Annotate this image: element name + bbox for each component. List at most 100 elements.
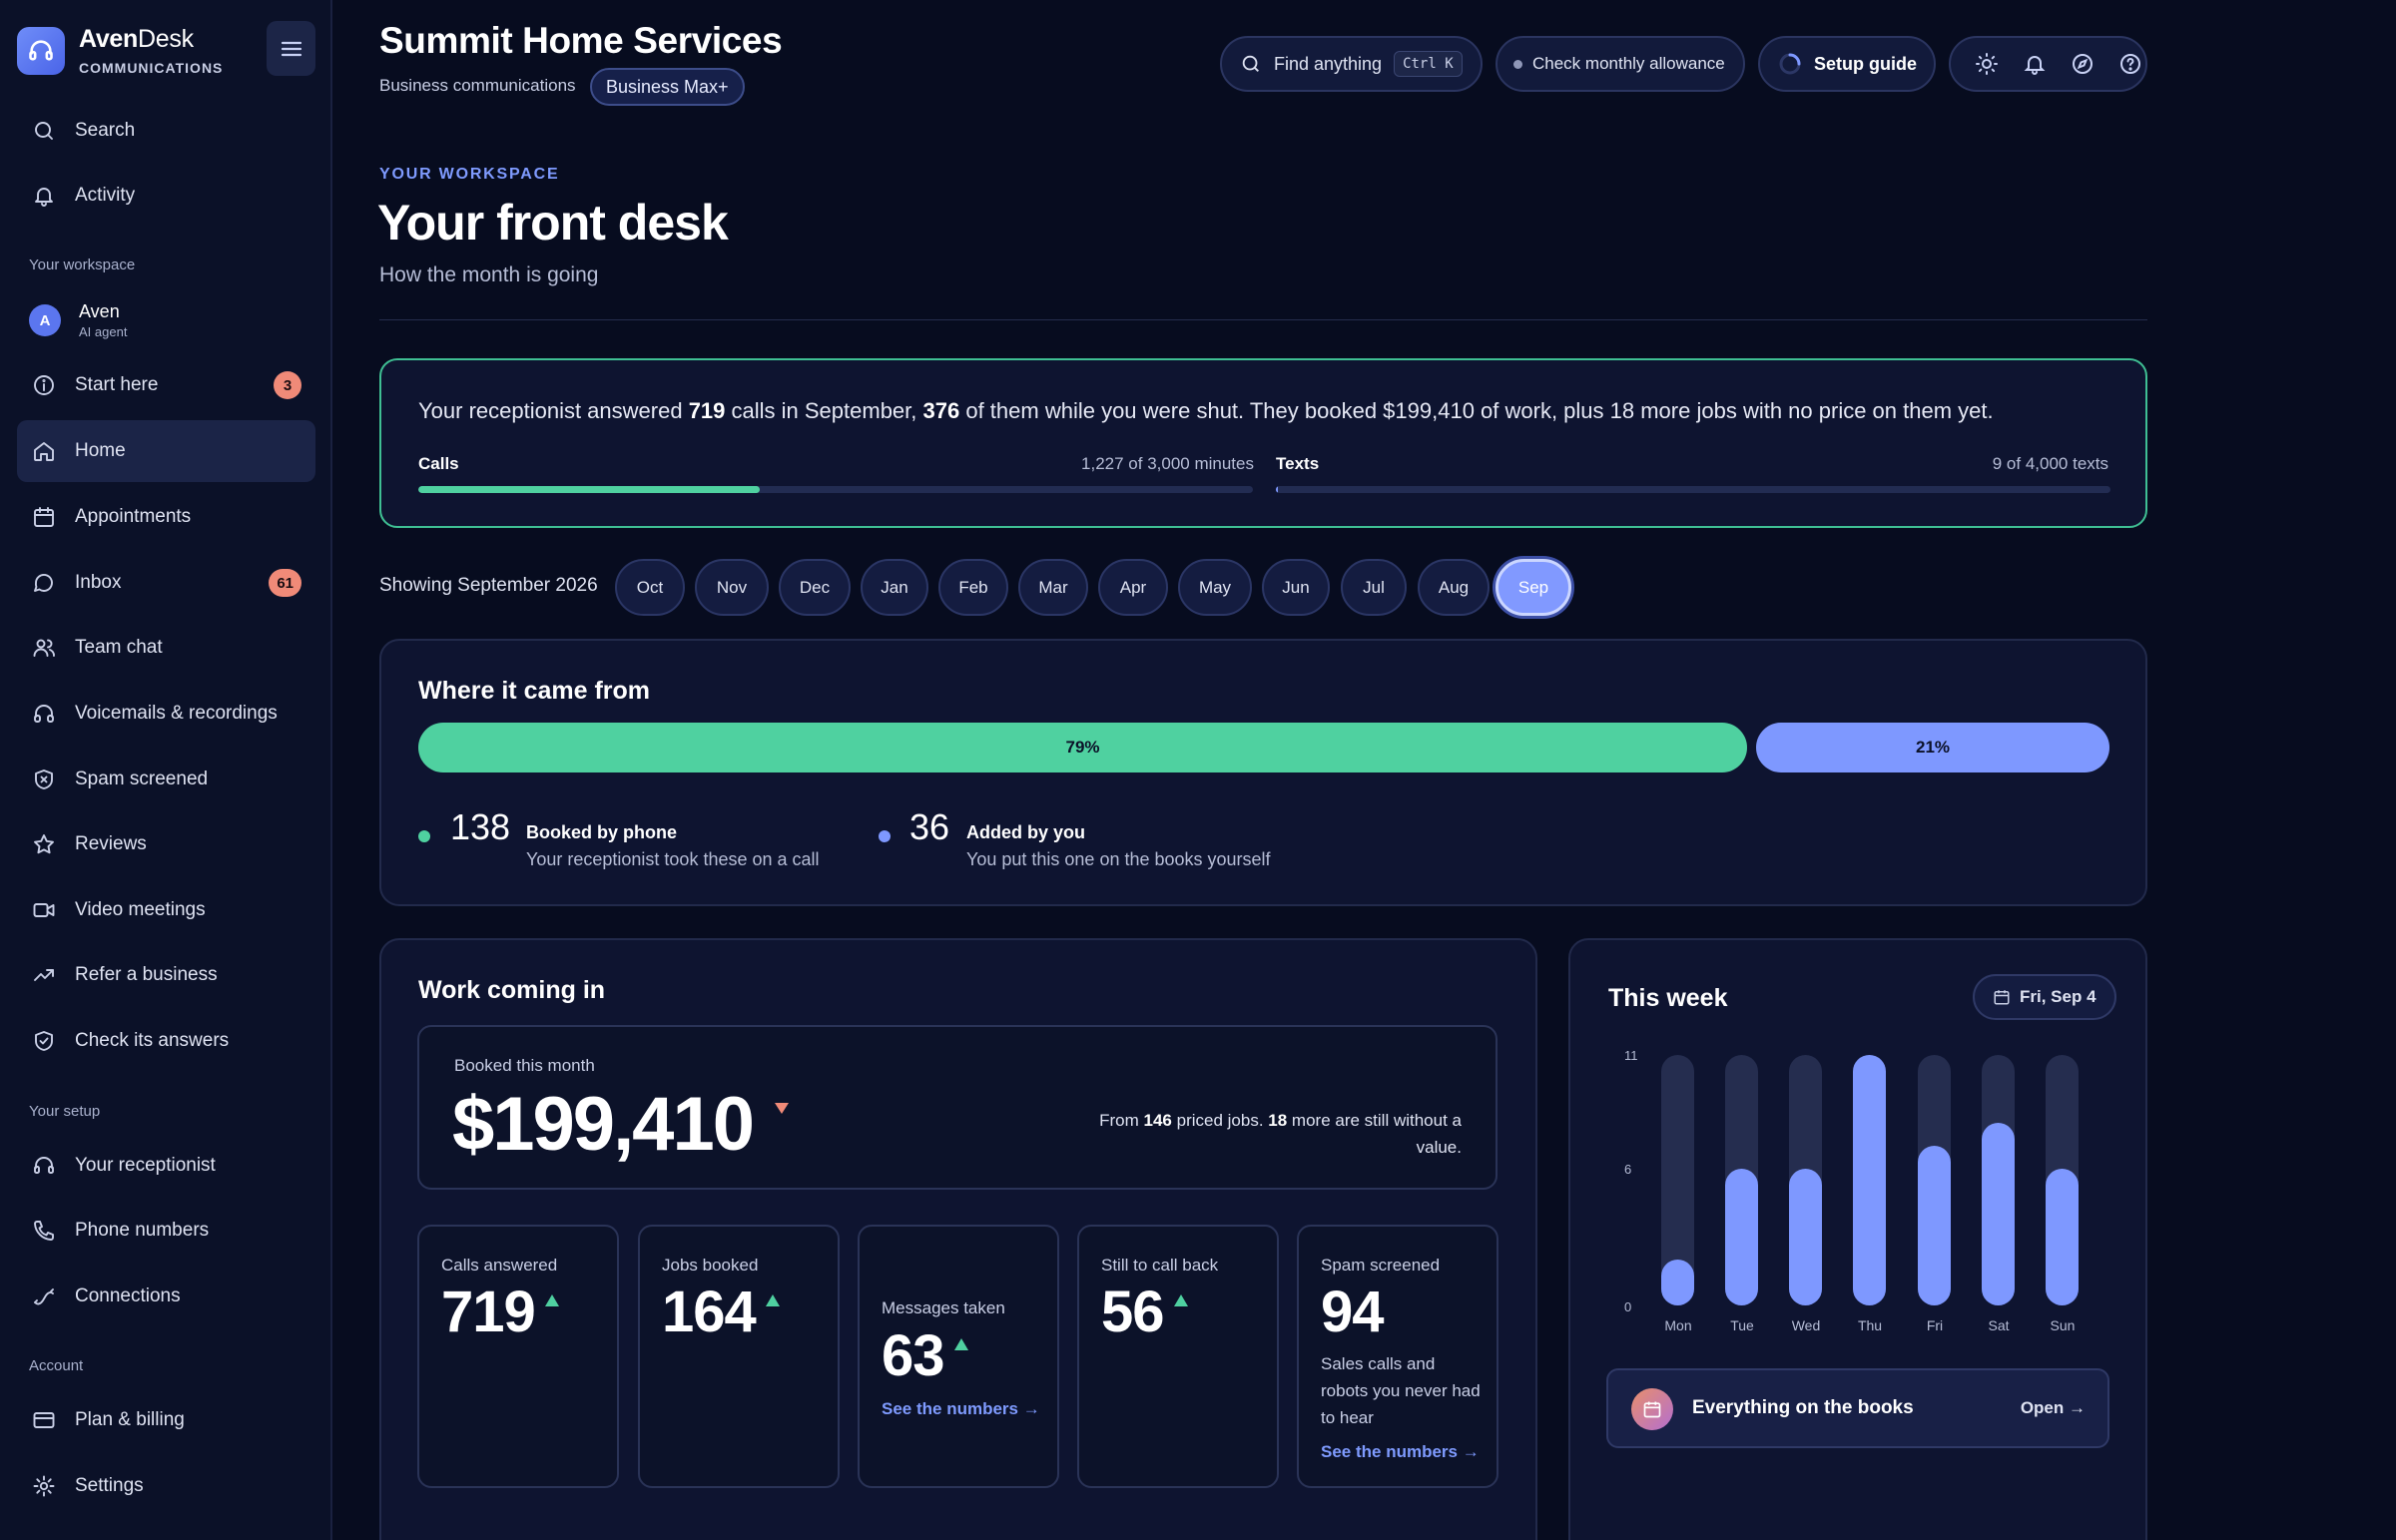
books-open-link[interactable]: Open → [2021,1398,2086,1418]
sidebar-item-start-here[interactable]: Start here 3 [17,354,315,416]
sidebar-item-appointments[interactable]: Appointments [17,486,315,548]
sidebar-item-spam-screened[interactable]: Spam screened [17,749,315,810]
shield-check-icon [31,1028,57,1054]
sidebar-item-video-meetings[interactable]: Video meetings [17,879,315,941]
month-pill-mar[interactable]: Mar [1018,559,1088,616]
stat-label: Still to call back [1101,1256,1219,1275]
allowance-label: Check monthly allowance [1532,54,1725,73]
books-label: Everything on the books [1692,1397,1914,1418]
x-tick-label: Fri [1926,1317,1944,1333]
manual-legend-name: Added by you [966,822,1086,842]
sidebar-item-your-receptionist[interactable]: Your receptionist [17,1135,315,1197]
bar-fri[interactable] [1918,1146,1951,1305]
plan-badge[interactable]: Business Max+ [590,68,745,106]
see-the-numbers-link[interactable]: See the numbers → [1321,1442,1480,1462]
stat-card-spam-screened: Spam screened 94 Sales calls and robots yo… [1297,1225,1498,1488]
manual-count: 36 [909,806,950,847]
bar-thu[interactable] [1853,1055,1886,1305]
sidebar-item-activity[interactable]: Activity [17,165,315,227]
sidebar-item-plan-billing[interactable]: Plan & billing [17,1389,315,1451]
calendar-icon [31,504,57,530]
sidebar-item-label: Video meetings [75,899,206,920]
section-setup: Your setup [29,1103,101,1120]
users-icon [31,635,57,661]
info-icon [31,372,57,398]
setup-guide-label: Setup guide [1814,53,1917,74]
sidebar-item-voicemails-recordings[interactable]: Voicemails & recordings [17,683,315,745]
x-tick-label: Tue [1730,1317,1754,1333]
summary-text: Your receptionist answered 719 calls in … [418,398,1994,423]
allowance-button[interactable]: Check monthly allowance [1496,36,1745,92]
setup-guide-button[interactable]: Setup guide [1758,36,1936,92]
stat-label: Calls answered [441,1256,558,1275]
month-pill-feb[interactable]: Feb [938,559,1008,616]
phone-legend-desc: Your receptionist took these on a call [526,849,820,869]
stat-card-messages-taken: Messages taken 63 See the numbers → [858,1225,1059,1488]
booked-this-month: Booked this month $199,410 From 146 pric… [417,1025,1498,1190]
brand[interactable]: AvenDesk COMMUNICATIONS [17,25,223,76]
month-pill-may[interactable]: May [1178,559,1252,616]
bar-sun[interactable] [2046,1169,2079,1305]
month-pill-jul[interactable]: Jul [1341,559,1407,616]
stat-label: Messages taken [882,1298,1005,1317]
menu-toggle-button[interactable] [267,21,315,76]
month-pill-sep[interactable]: Sep [1496,559,1571,616]
sidebar-item-inbox[interactable]: Inbox 61 [17,552,315,614]
home-icon [31,438,57,464]
sidebar-item-search[interactable]: Search [17,100,315,162]
bar-wed[interactable] [1789,1169,1822,1305]
trend-up-icon [953,1338,968,1350]
sidebar-item-settings[interactable]: Settings [17,1455,315,1517]
star-icon [31,831,57,857]
sidebar-item-label: Spam screened [75,769,209,789]
sidebar-item-phone-numbers[interactable]: Phone numbers [17,1200,315,1262]
sidebar-item-reviews[interactable]: Reviews [17,813,315,875]
progress-ring-icon [1779,53,1801,75]
search-button[interactable]: Find anything Ctrl K [1220,36,1483,92]
search-icon [1242,55,1259,72]
agent-profile[interactable]: A Aven AI agent [29,301,127,339]
sidebar-item-check-its-answers[interactable]: Check its answers [17,1010,315,1072]
bar-sat[interactable] [1982,1123,2015,1305]
bar-tue[interactable] [1725,1169,1758,1305]
help-icon[interactable] [2117,51,2143,77]
bar-mon[interactable] [1661,1260,1694,1305]
see-the-numbers-link[interactable]: See the numbers → [882,1399,1040,1419]
section-workspace: Your workspace [29,257,136,273]
stat-card-jobs-booked: Jobs booked 164 [638,1225,840,1488]
sidebar-item-label: Your receptionist [75,1155,216,1176]
y-tick-label: 0 [1624,1299,1632,1314]
phone-share-label: 79% [1065,738,1100,757]
x-tick-label: Mon [1664,1317,1692,1333]
monthly-summary-card: Your receptionist answered 719 calls in … [379,358,2147,528]
compass-icon[interactable] [2070,51,2096,77]
sidebar-item-label: Reviews [75,833,147,854]
sidebar: AvenDesk COMMUNICATIONS Search Activity Y… [0,0,332,1540]
sidebar-item-connections[interactable]: Connections [17,1266,315,1327]
month-pill-oct[interactable]: Oct [615,559,685,616]
sidebar-item-refer-a-business[interactable]: Refer a business [17,944,315,1006]
avatar: A [29,304,61,336]
manual-share-bar: 21% [1756,723,2109,772]
month-pill-nov[interactable]: Nov [695,559,769,616]
sidebar-item-team-chat[interactable]: Team chat [17,617,315,679]
sidebar-item-label: Inbox [75,572,122,593]
everything-on-the-books-row[interactable]: Everything on the books Open → [1606,1368,2109,1448]
month-pill-apr[interactable]: Apr [1098,559,1168,616]
booked-label: Booked this month [454,1056,595,1075]
headset-icon [31,1153,57,1179]
gear-icon [31,1473,57,1499]
week-date-picker[interactable]: Fri, Sep 4 [1973,974,2116,1020]
count-badge: 61 [269,569,301,597]
sun-icon[interactable] [1974,51,2000,77]
search-shortcut: Ctrl K [1394,51,1463,77]
calls-usage-value: 1,227 of 3,000 minutes [1081,454,1254,473]
page-subtitle: Business communications [379,76,576,95]
month-pill-aug[interactable]: Aug [1418,559,1490,616]
stat-card-still-to-call-back: Still to call back 56 [1077,1225,1279,1488]
month-pill-jun[interactable]: Jun [1262,559,1330,616]
sidebar-item-home[interactable]: Home [17,420,315,482]
month-pill-jan[interactable]: Jan [861,559,928,616]
bell-icon[interactable] [2022,51,2048,77]
month-pill-dec[interactable]: Dec [779,559,851,616]
